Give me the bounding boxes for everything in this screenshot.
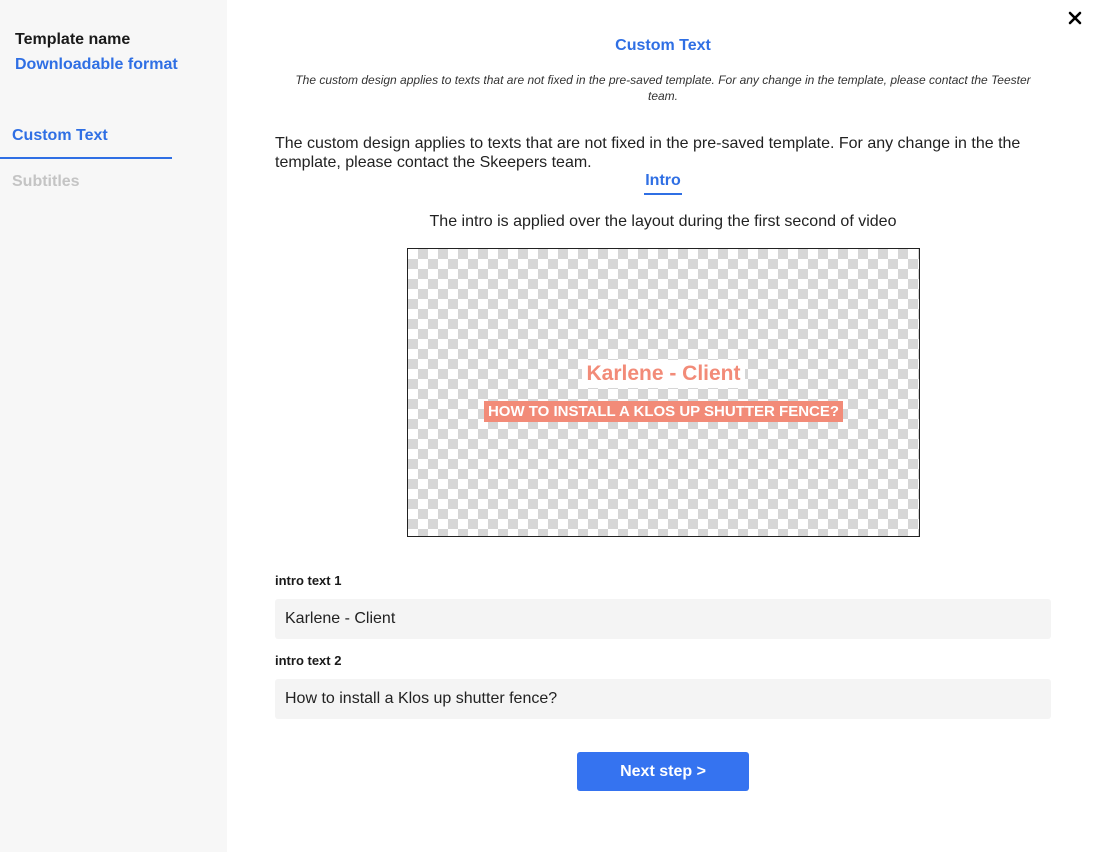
preview-line-2: HOW TO INSTALL A KLOS UP SHUTTER FENCE? — [408, 401, 919, 422]
intro-text-2-input[interactable] — [275, 679, 1051, 719]
video-preview: Karlene - Client HOW TO INSTALL A KLOS U… — [407, 248, 920, 537]
intro-text-1-label: intro text 1 — [275, 573, 342, 588]
sidebar: Template name Downloadable format Custom… — [0, 0, 227, 852]
intro-text-2-label: intro text 2 — [275, 653, 342, 668]
preview-line-1: Karlene - Client — [408, 360, 919, 388]
preview-intro-text-1: Karlene - Client — [582, 360, 745, 388]
tab-subtitles[interactable]: Subtitles — [12, 173, 80, 191]
description-text: The custom design applies to texts that … — [275, 135, 1021, 171]
template-format: Downloadable format — [15, 56, 178, 73]
active-tab-indicator — [0, 157, 172, 159]
intro-description: The intro is applied over the layout dur… — [429, 213, 897, 230]
next-step-button[interactable]: Next step > — [577, 752, 749, 791]
page-title: Custom Text — [615, 37, 711, 54]
template-name: Template name — [15, 31, 131, 48]
template-note: The custom design applies to texts that … — [295, 73, 1031, 103]
tab-custom-text[interactable]: Custom Text — [12, 127, 108, 145]
tab-intro[interactable]: Intro — [644, 172, 682, 195]
preview-intro-text-2: HOW TO INSTALL A KLOS UP SHUTTER FENCE? — [483, 401, 844, 422]
intro-text-1-input[interactable] — [275, 599, 1051, 639]
close-icon[interactable] — [1065, 8, 1085, 28]
